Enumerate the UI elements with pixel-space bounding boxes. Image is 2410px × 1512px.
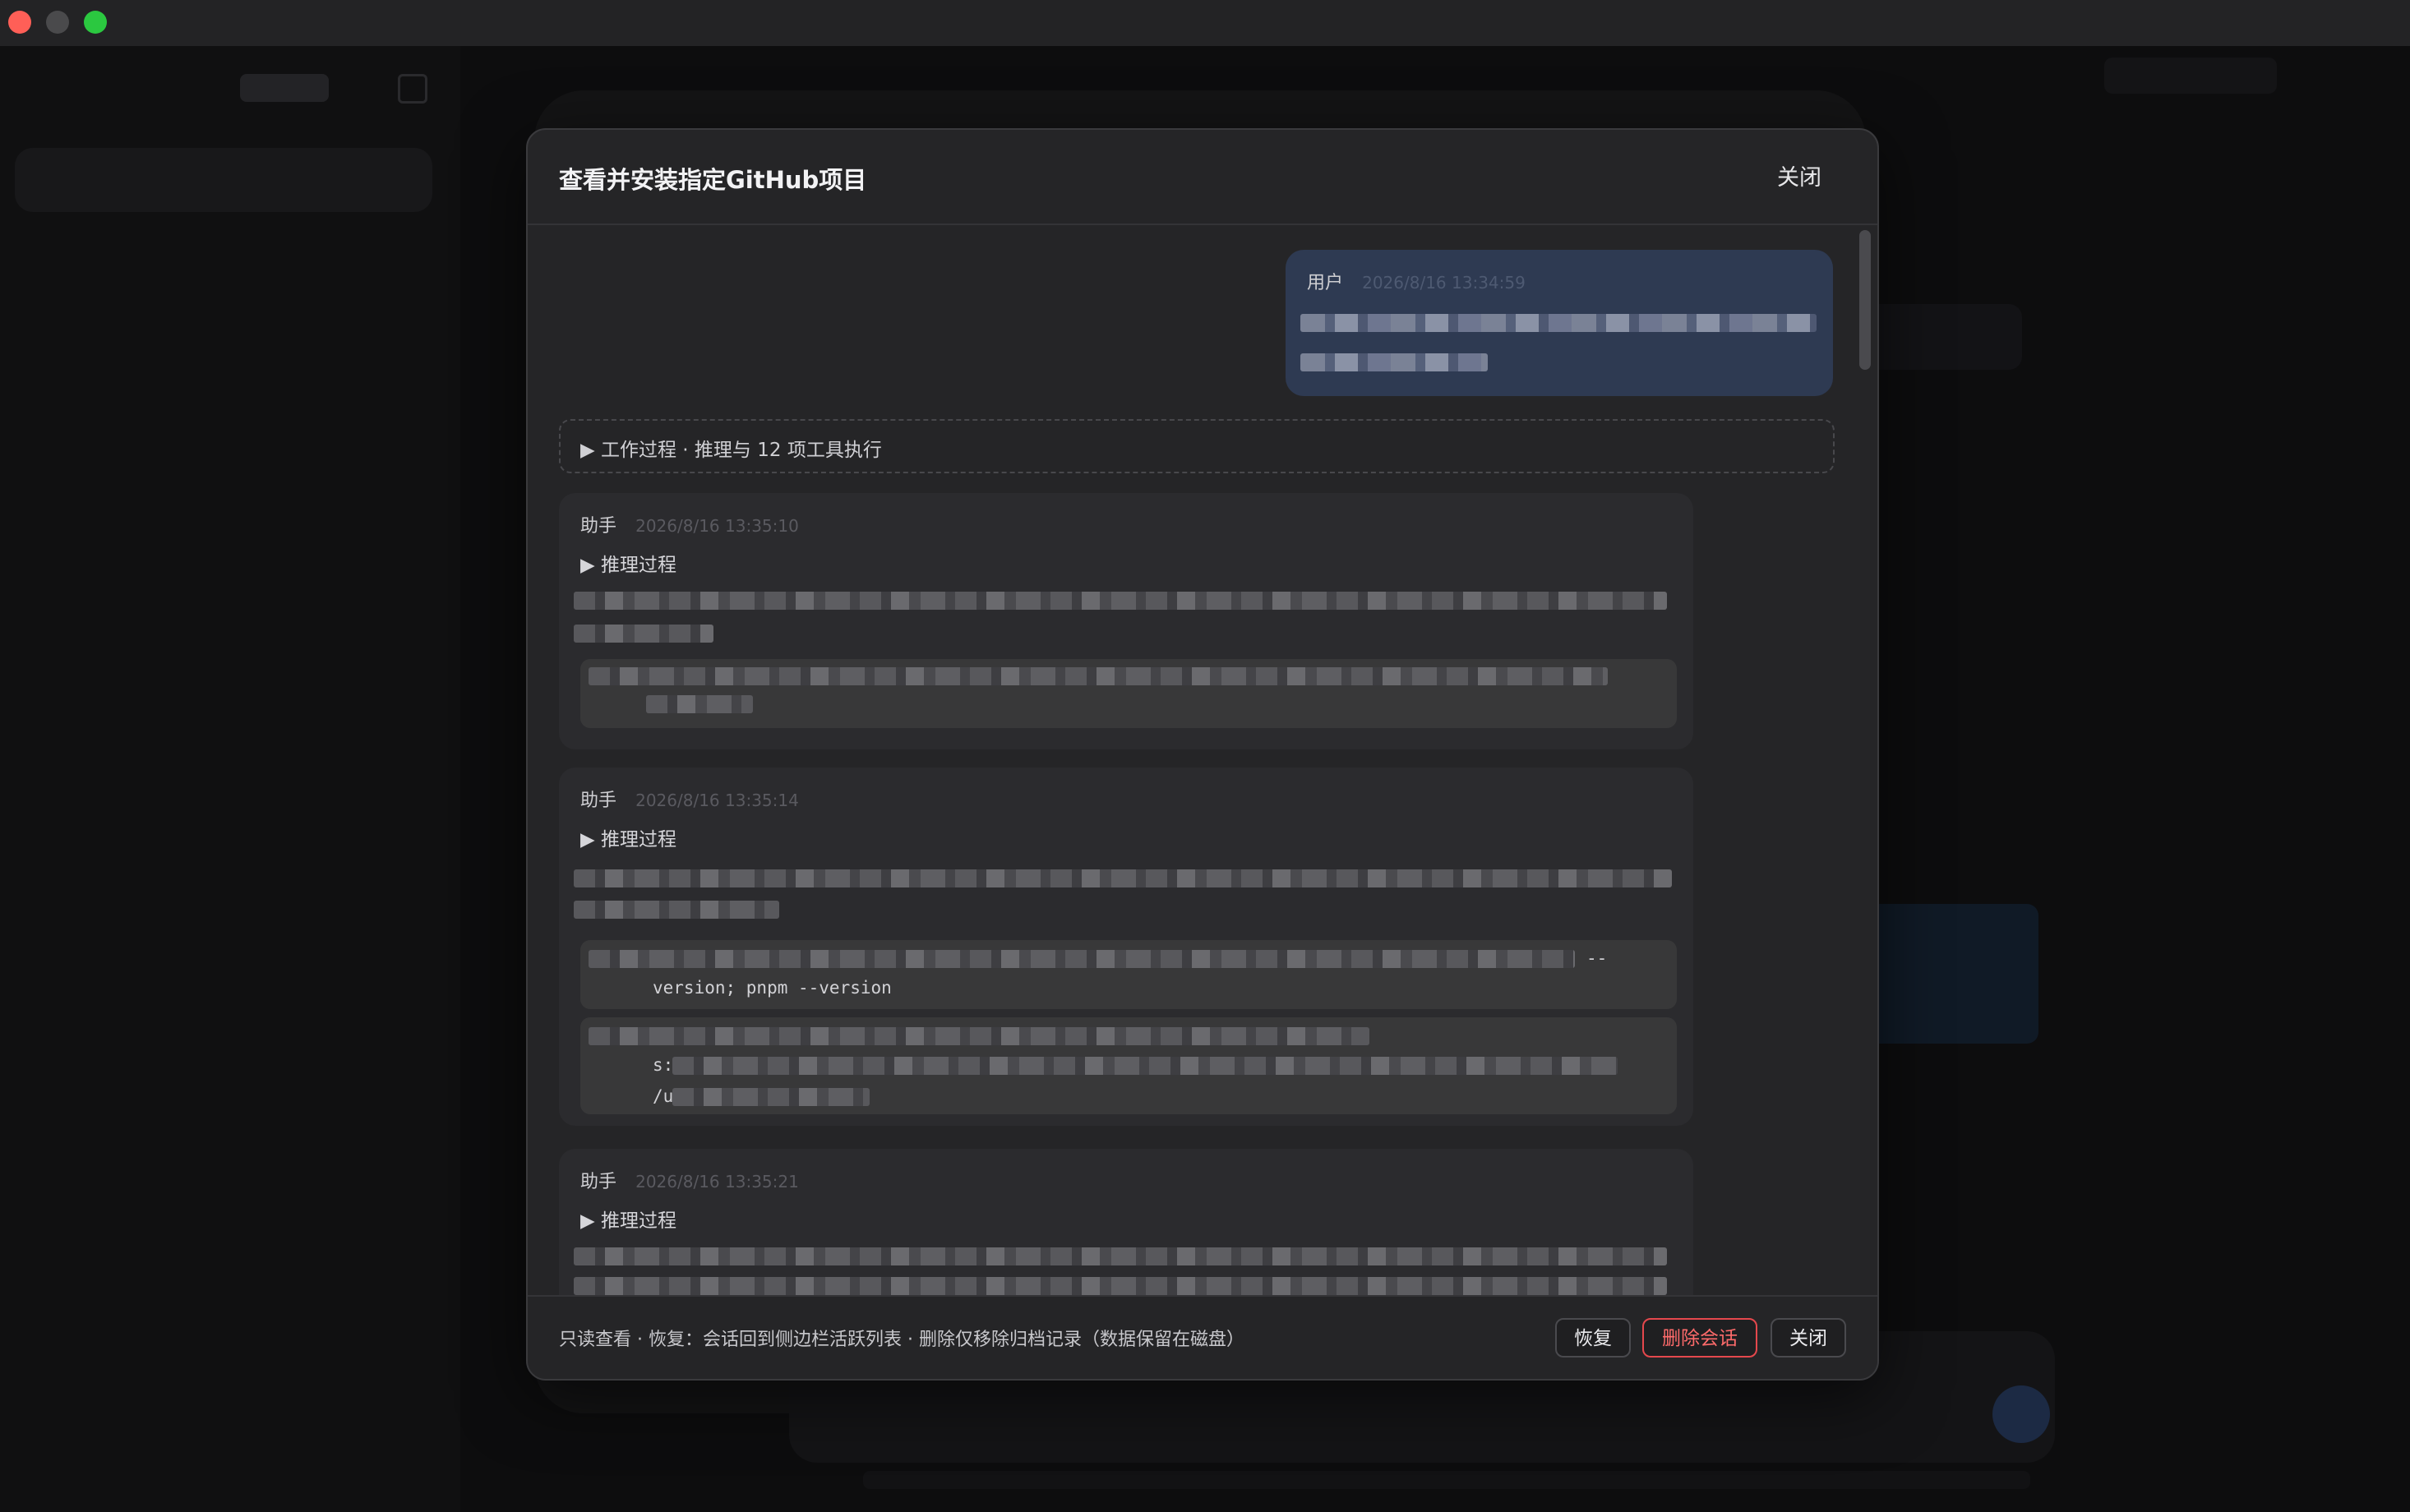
redacted-text	[672, 1088, 870, 1106]
redacted-text	[646, 695, 753, 713]
command-output-block: s: /u	[580, 1017, 1677, 1114]
output-text: /u	[653, 1086, 674, 1106]
assistant-message-header: 助手 2026/8/16 13:35:14	[580, 786, 799, 812]
user-message-header: 用户 2026/8/16 13:34:59	[1307, 268, 1526, 294]
assistant-message: 助手 2026/8/16 13:35:21 ▶ 推理过程	[559, 1149, 1693, 1295]
modal-footer: 只读查看 · 恢复：会话回到侧边栏活跃列表 · 删除仅移除归档记录（数据保留在磁…	[528, 1295, 1877, 1379]
message-time: 2026/8/16 13:35:14	[635, 791, 799, 810]
header-close-button[interactable]: 关闭	[1777, 159, 1821, 191]
background-status-bar	[863, 1471, 2030, 1489]
redacted-text	[574, 1277, 1667, 1295]
close-window-button[interactable]	[8, 11, 31, 34]
message-role: 助手	[580, 1172, 617, 1192]
user-message: 用户 2026/8/16 13:34:59	[1286, 250, 1833, 396]
redacted-text	[574, 869, 1672, 887]
session-viewer-modal: 查看并安装指定GitHub项目 关闭 用户 2026/8/16 13:34:59…	[526, 128, 1879, 1381]
scrollbar-thumb[interactable]	[1859, 230, 1871, 370]
tool-output-block	[580, 659, 1677, 728]
message-role: 助手	[580, 516, 617, 537]
background-tag	[2104, 58, 2277, 94]
background-new-chat-button	[15, 148, 432, 212]
background-send-button	[1992, 1385, 2050, 1443]
command-text: --	[1586, 948, 1608, 968]
reasoning-toggle[interactable]: ▶ 推理过程	[580, 549, 676, 577]
message-role: 助手	[580, 791, 617, 811]
redacted-text	[574, 625, 713, 643]
redacted-text	[1300, 314, 1817, 332]
modal-header: 查看并安装指定GitHub项目 关闭	[528, 130, 1877, 225]
assistant-message-header: 助手 2026/8/16 13:35:21	[580, 1167, 799, 1193]
redacted-text	[672, 1057, 1618, 1075]
restore-button[interactable]: 恢复	[1555, 1318, 1631, 1358]
redacted-text	[589, 1027, 1369, 1045]
message-time: 2026/8/16 13:35:10	[635, 516, 799, 536]
redacted-text	[574, 901, 779, 919]
background-badge	[240, 74, 329, 102]
redacted-text	[574, 1247, 1667, 1265]
modal-title: 查看并安装指定GitHub项目	[559, 166, 867, 194]
message-role: 用户	[1307, 273, 1344, 293]
output-text: s:	[653, 1055, 674, 1075]
reasoning-toggle[interactable]: ▶ 推理过程	[580, 823, 676, 851]
window-titlebar	[0, 0, 2410, 46]
command-block: -- version; pnpm --version	[580, 940, 1677, 1009]
work-process-toggle[interactable]: ▶ 工作过程 · 推理与 12 项工具执行	[559, 419, 1835, 473]
redacted-text	[589, 950, 1575, 968]
message-time: 2026/8/16 13:34:59	[1362, 273, 1526, 293]
command-text: version; pnpm --version	[653, 978, 892, 998]
reasoning-toggle[interactable]: ▶ 推理过程	[580, 1205, 676, 1233]
redacted-text	[589, 667, 1608, 685]
message-time: 2026/8/16 13:35:21	[635, 1172, 799, 1192]
assistant-message: 助手 2026/8/16 13:35:14 ▶ 推理过程 -- version;…	[559, 768, 1693, 1126]
assistant-message-header: 助手 2026/8/16 13:35:10	[580, 511, 799, 537]
footer-note: 只读查看 · 恢复：会话回到侧边栏活跃列表 · 删除仅移除归档记录（数据保留在磁…	[559, 1330, 1244, 1350]
zoom-window-button[interactable]	[84, 11, 107, 34]
minimize-window-button[interactable]	[46, 11, 69, 34]
close-button[interactable]: 关闭	[1771, 1318, 1846, 1358]
background-sidebar	[0, 46, 460, 1512]
redacted-text	[1300, 353, 1488, 371]
background-panel	[1866, 304, 2022, 370]
sidebar-toggle-icon	[398, 74, 427, 104]
assistant-message: 助手 2026/8/16 13:35:10 ▶ 推理过程	[559, 493, 1693, 749]
redacted-text	[574, 592, 1667, 610]
work-process-label: ▶ 工作过程 · 推理与 12 项工具执行	[580, 440, 882, 461]
background-panel-blue	[1858, 904, 2038, 1044]
conversation-scroll-area[interactable]: 用户 2026/8/16 13:34:59 ▶ 工作过程 · 推理与 12 项工…	[528, 225, 1877, 1295]
delete-session-button[interactable]: 删除会话	[1642, 1318, 1757, 1358]
